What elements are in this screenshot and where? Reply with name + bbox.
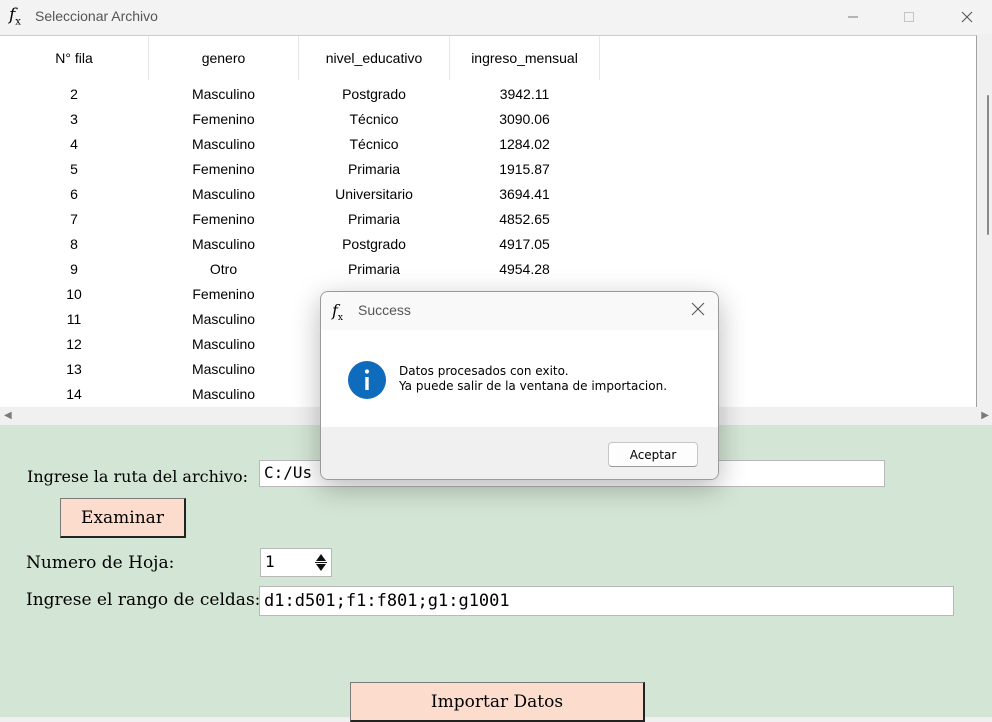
scroll-right-icon[interactable]: ▶ — [981, 410, 989, 421]
range-label: Ingrese el rango de celdas: — [26, 590, 261, 610]
function-icon: fx — [9, 5, 21, 28]
maximize-icon — [904, 12, 914, 22]
cell-genero: Masculino — [191, 386, 256, 402]
close-icon — [961, 11, 973, 23]
import-button[interactable]: Importar Datos — [350, 682, 645, 722]
cell-ingreso-mensual: 4852.65 — [499, 211, 550, 227]
dialog-message: Datos procesados con exito. Ya puede sal… — [399, 364, 667, 394]
cell-nivel-educativo: Universitario — [335, 186, 413, 202]
cell-genero: Masculino — [191, 236, 256, 252]
cell-fila: 5 — [70, 161, 78, 177]
cell-fila: 7 — [70, 211, 78, 227]
close-icon[interactable] — [688, 299, 708, 319]
cell-genero: Masculino — [191, 311, 256, 327]
cell-genero: Femenino — [192, 286, 255, 302]
column-header-fila[interactable]: N° fila — [0, 36, 149, 80]
dialog-footer: Aceptar — [321, 427, 718, 479]
cell-fila: 14 — [66, 386, 82, 402]
cell-genero: Masculino — [191, 136, 256, 152]
info-icon — [348, 361, 386, 399]
spinner-arrows-icon[interactable] — [313, 551, 329, 574]
cell-nivel-educativo: Postgrado — [342, 236, 406, 252]
cell-genero: Femenino — [192, 111, 255, 127]
vertical-scrollbar[interactable] — [977, 35, 992, 406]
column-header-genero[interactable]: genero — [149, 36, 299, 80]
cell-ingreso-mensual: 4917.05 — [499, 236, 550, 252]
cell-nivel-educativo: Técnico — [349, 136, 399, 152]
cell-fila: 9 — [70, 261, 78, 277]
cell-fila: 3 — [70, 111, 78, 127]
cell-nivel-educativo: Primaria — [347, 261, 401, 277]
cell-genero: Masculino — [191, 361, 256, 377]
cell-ingreso-mensual: 4954.28 — [499, 261, 550, 277]
browse-button[interactable]: Examinar — [60, 498, 186, 538]
cell-genero: Femenino — [192, 211, 255, 227]
function-icon: fx — [332, 301, 343, 324]
cell-nivel-educativo: Técnico — [349, 111, 399, 127]
minimize-button[interactable] — [830, 0, 876, 34]
scrollbar-thumb[interactable] — [987, 95, 989, 235]
cell-ingreso-mensual: 1284.02 — [499, 136, 550, 152]
cell-fila: 4 — [70, 136, 78, 152]
cell-fila: 10 — [66, 286, 82, 302]
cell-ingreso-mensual: 3942.11 — [499, 86, 550, 102]
message-line-2: Ya puede salir de la ventana de importac… — [399, 379, 668, 393]
minimize-icon — [848, 16, 858, 18]
cell-nivel-educativo: Postgrado — [342, 86, 406, 102]
cell-ingreso-mensual: 3090.06 — [499, 111, 550, 127]
cell-fila: 2 — [70, 86, 78, 102]
column-header-nivel-educativo[interactable]: nivel_educativo — [299, 36, 450, 80]
path-label: Ingrese la ruta del archivo: — [27, 467, 249, 486]
cell-fila: 13 — [66, 361, 82, 377]
cell-genero: Masculino — [191, 86, 256, 102]
success-dialog: fx Success Datos procesados con exito. Y… — [320, 291, 719, 480]
title-bar: fx Seleccionar Archivo — [0, 0, 992, 34]
dialog-title: Success — [358, 302, 411, 318]
close-button[interactable] — [944, 0, 990, 34]
range-input[interactable]: d1:d501;f1:f801;g1:g1001 — [259, 586, 954, 616]
dialog-body: Datos procesados con exito. Ya puede sal… — [321, 330, 718, 427]
cell-ingreso-mensual: 3694.41 — [499, 186, 550, 202]
cell-fila: 12 — [66, 336, 82, 352]
cell-fila: 6 — [70, 186, 78, 202]
message-line-1: Datos procesados con exito. — [399, 364, 569, 378]
cell-nivel-educativo: Primaria — [347, 161, 401, 177]
ok-button[interactable]: Aceptar — [608, 442, 698, 467]
window-title: Seleccionar Archivo — [35, 8, 158, 24]
cell-genero: Femenino — [192, 161, 255, 177]
cell-ingreso-mensual: 1915.87 — [499, 161, 550, 177]
cell-nivel-educativo: Primaria — [347, 211, 401, 227]
column-header-ingreso-mensual[interactable]: ingreso_mensual — [450, 36, 600, 80]
cell-genero: Masculino — [191, 336, 256, 352]
cell-genero: Otro — [209, 261, 238, 277]
scroll-left-icon[interactable]: ◀ — [4, 410, 12, 421]
cell-fila: 11 — [66, 311, 82, 327]
maximize-button[interactable] — [886, 0, 932, 34]
cell-fila: 8 — [70, 236, 78, 252]
sheet-label: Numero de Hoja: — [26, 553, 175, 573]
sheet-value: 1 — [265, 552, 275, 571]
sheet-spinbox[interactable]: 1 — [260, 548, 332, 577]
cell-genero: Masculino — [191, 186, 256, 202]
